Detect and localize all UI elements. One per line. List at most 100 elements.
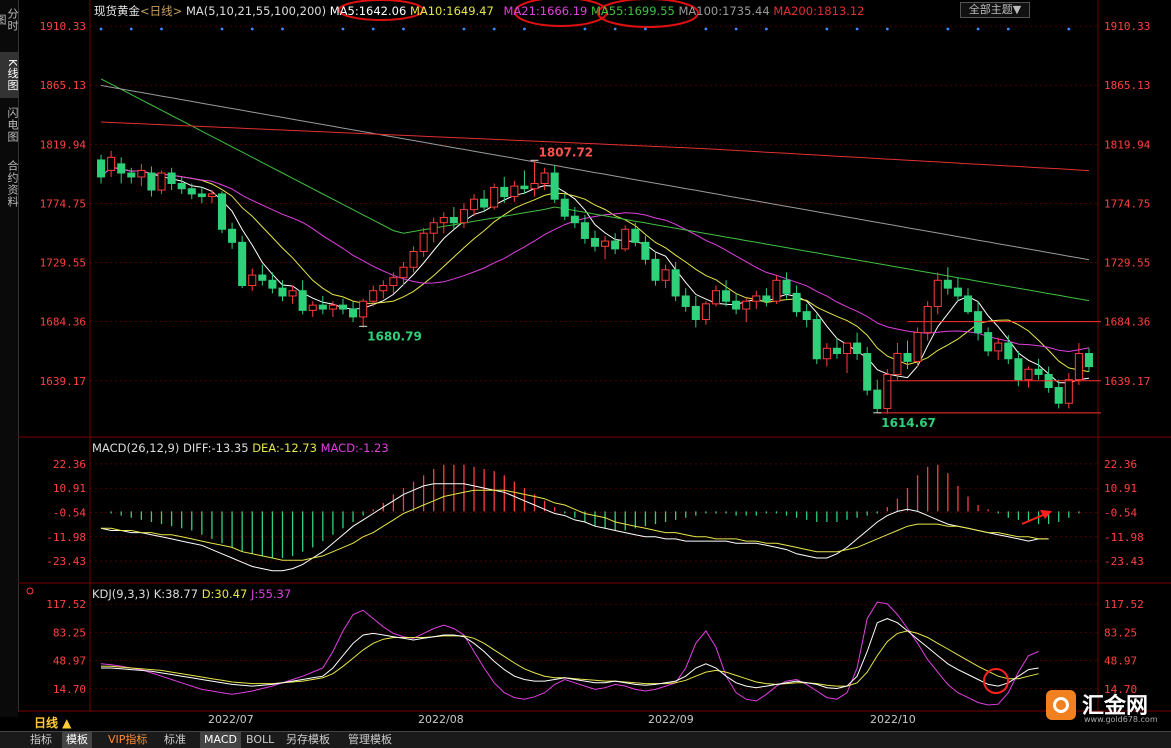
macd-y-tick-left: -23.43 (46, 555, 86, 568)
candle-body (732, 300, 741, 310)
ma-params: MA(5,10,21,55,100,200) (185, 4, 327, 18)
candle-body (661, 269, 670, 281)
tab-macd[interactable]: MACD (200, 732, 241, 748)
price-annotation: 1680.79 (367, 329, 422, 343)
tab-templates[interactable]: 模板 (62, 732, 92, 748)
kdj-d-line (101, 630, 1039, 687)
candle-body (379, 285, 388, 292)
candle-body (842, 342, 852, 355)
candle-body (550, 172, 559, 200)
candle-body (1054, 387, 1063, 404)
candle-body (590, 237, 600, 247)
candle-body (651, 258, 660, 281)
x-label-2022-10: 2022/10 (870, 713, 916, 726)
candle-body (127, 172, 136, 178)
candle-body (631, 228, 640, 243)
kdj-y-tick-left: 48.97 (53, 655, 86, 668)
candle-body (671, 269, 680, 297)
tab-indicators[interactable]: 指标 (26, 732, 56, 748)
candle-body (752, 295, 761, 302)
candle-body (449, 216, 458, 224)
macd-y-tick-left: 10.91 (53, 482, 86, 495)
event-marker-dot (402, 27, 405, 31)
candle-body (570, 215, 579, 224)
main-y-tick-right: 1774.75 (1104, 197, 1150, 210)
candle-body (1064, 379, 1073, 404)
candle-body (228, 228, 237, 243)
price-annotation: 1807.72 (539, 145, 594, 159)
macd-dea: DEA:-12.73 (252, 441, 317, 455)
candle-body (560, 198, 569, 217)
candle-body (1004, 342, 1013, 360)
ma-line-ma200 (100, 121, 1090, 172)
candle-body (419, 232, 428, 253)
chart-canvas[interactable]: 1910.33 1910.33 1865.13 1865.13 1819.94 1819.… (0, 0, 1171, 731)
candle-body (641, 241, 650, 260)
x-axis-dates: 2022/07 2022/08 2022/09 2022/10 (18, 712, 1098, 730)
candle-body (308, 304, 317, 311)
main-y-tick-left: 1819.94 (40, 138, 87, 151)
event-marker-dot (341, 27, 345, 31)
tab-standard[interactable]: 标准 (160, 732, 190, 748)
candle-body (994, 342, 1003, 352)
candle-body (701, 303, 710, 321)
candle-body (147, 172, 156, 191)
candle-body (268, 279, 277, 289)
macd-y-tick-left: -0.54 (53, 507, 86, 520)
event-marker-dot (946, 27, 950, 31)
main-y-tick-right: 1819.94 (1104, 138, 1151, 151)
candle-body (883, 373, 892, 409)
candle-body (923, 305, 932, 334)
candle-body (681, 295, 690, 307)
period-label[interactable]: 日线 ▲ (34, 714, 71, 731)
ma55-value: MA55:1699.55 (590, 4, 675, 18)
tab-manage-templates[interactable]: 管理模板 (344, 732, 396, 748)
tab-save-template[interactable]: 另存模板 (282, 732, 334, 748)
candle-body (117, 163, 126, 174)
candle-body (167, 172, 176, 184)
event-marker-dot (220, 27, 224, 31)
main-y-tick-right: 1729.55 (1104, 257, 1150, 270)
kdj-y-tick-right: 83.25 (1104, 626, 1137, 639)
event-marker-dot (855, 27, 859, 31)
candle-body (298, 290, 307, 311)
x-label-2022-08: 2022/08 (418, 713, 464, 726)
candle-body (621, 228, 630, 250)
event-marker-dot (613, 27, 617, 31)
price-annotation: 1614.67 (881, 416, 936, 430)
event-marker-dot (1067, 27, 1071, 31)
macd-y-tick-right: 22.36 (1104, 458, 1137, 471)
macd-y-tick-right: -23.43 (1104, 555, 1144, 568)
main-y-tick-right: 1910.33 (1104, 20, 1150, 33)
candle-body (913, 332, 922, 362)
event-marker-dot (734, 27, 738, 31)
candle-body (832, 347, 841, 355)
candle-body (520, 185, 529, 190)
theme-select-button[interactable]: 全部主题▼ (960, 2, 1030, 18)
event-marker-dot (462, 27, 466, 31)
candle-body (984, 332, 993, 352)
candle-body (530, 182, 539, 190)
logo-mark-icon (1046, 690, 1076, 720)
tab-vip-indicators[interactable]: VIP指标 (104, 732, 151, 748)
candle-body (238, 241, 247, 287)
main-y-tick-left: 1865.13 (40, 79, 86, 92)
candle-body (762, 295, 771, 302)
candle-body (1084, 353, 1093, 368)
ma5-value: MA5:1642.06 (329, 4, 407, 18)
ma21-value: MA21:1666.19 (503, 4, 588, 18)
candle-body (248, 274, 257, 287)
tab-boll[interactable]: BOLL (242, 732, 278, 748)
candle-body (107, 156, 116, 171)
event-marker-dot (704, 27, 708, 31)
macd-value: MACD:-1.23 (320, 441, 389, 455)
macd-y-tick-left: 22.36 (53, 458, 86, 471)
macd-y-tick-right: -0.54 (1104, 507, 1137, 520)
macd-header: MACD(26,12,9) DIFF:-13.35 DEA:-12.73 MAC… (92, 441, 389, 455)
kdj-y-tick-left: 117.52 (46, 598, 86, 611)
kdj-name: KDJ(9,3,3) (92, 587, 151, 601)
candle-body (873, 389, 882, 409)
main-y-tick-left: 1684.36 (40, 316, 86, 329)
event-marker-dot (1006, 27, 1010, 31)
kdj-y-tick-right: 117.52 (1104, 598, 1144, 611)
